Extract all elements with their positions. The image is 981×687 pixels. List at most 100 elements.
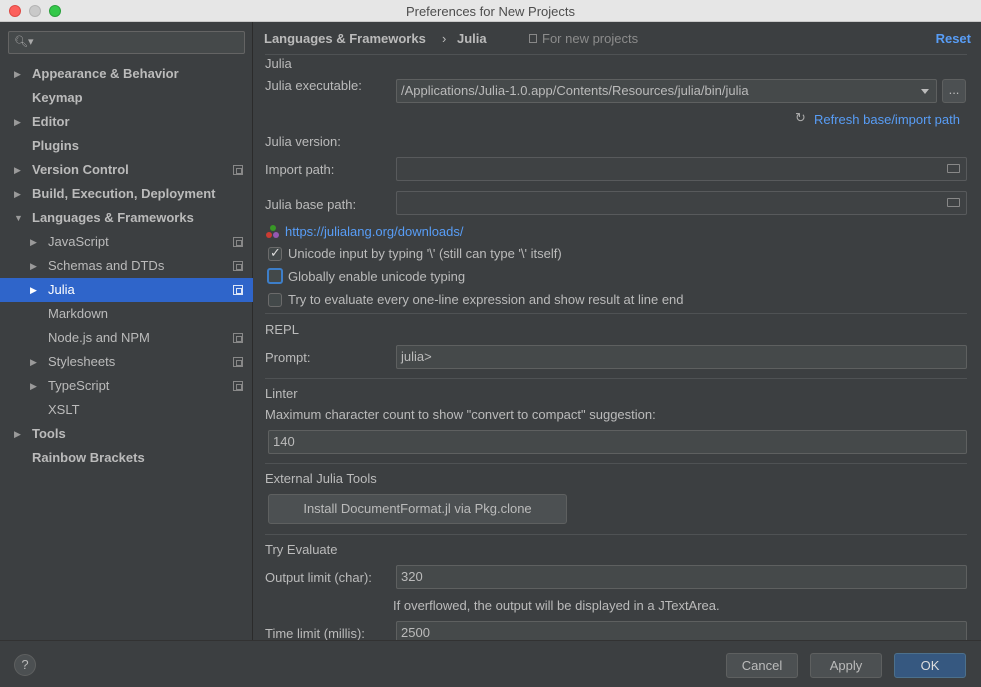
reset-link[interactable]: Reset: [936, 31, 971, 46]
divider: [265, 534, 967, 535]
project-scope-icon: [233, 357, 243, 367]
unicode-input-label: Unicode input by typing '\' (still can t…: [288, 246, 562, 261]
window-title: Preferences for New Projects: [405, 4, 576, 19]
collapse-arrow-icon[interactable]: ▶: [14, 182, 21, 206]
output-limit-label: Output limit (char):: [265, 570, 372, 585]
julia-executable-combo[interactable]: /Applications/Julia-1.0.app/Contents/Res…: [396, 79, 937, 103]
try-evaluate-section-title: Try Evaluate: [265, 542, 338, 557]
prompt-input[interactable]: julia>: [396, 345, 967, 369]
refresh-icon: ↻: [795, 110, 806, 125]
import-path-label: Import path:: [265, 162, 335, 177]
sidebar-item-keymap[interactable]: Keymap: [0, 86, 253, 110]
sidebar-item-label: TypeScript: [48, 378, 110, 393]
sidebar-item-javascript[interactable]: ▶ JavaScript: [0, 230, 253, 254]
sidebar-item-label: Markdown: [48, 306, 108, 321]
sidebar-item-label: Stylesheets: [48, 354, 116, 369]
folder-icon[interactable]: [947, 164, 960, 173]
refresh-path-link[interactable]: Refresh base/import path: [814, 112, 960, 127]
browse-executable-button[interactable]: ...: [942, 79, 966, 103]
sidebar-item-label: JavaScript: [48, 234, 109, 249]
breadcrumb-parent[interactable]: Languages & Frameworks: [264, 31, 426, 46]
divider: [265, 463, 967, 464]
base-path-field[interactable]: [396, 191, 967, 215]
julia-logo-icon: [266, 225, 280, 239]
sidebar-item-label: Languages & Frameworks: [32, 210, 194, 225]
project-scope-icon: [233, 165, 243, 175]
breadcrumb-separator: ›: [442, 31, 447, 46]
search-icon: 🔍︎▾: [14, 36, 34, 48]
sidebar-item-plugins[interactable]: Plugins: [0, 134, 253, 158]
sidebar-item-build-execution-deployment[interactable]: ▶ Build, Execution, Deployment: [0, 182, 253, 206]
collapse-arrow-icon[interactable]: ▶: [14, 158, 21, 182]
project-scope-icon: [233, 285, 243, 295]
settings-search-input[interactable]: 🔍︎▾: [8, 31, 245, 54]
sidebar-item-label: XSLT: [48, 402, 80, 417]
output-limit-input[interactable]: 320: [396, 565, 967, 589]
sidebar-item-node-js-and-npm[interactable]: Node.js and NPM: [0, 326, 253, 350]
sidebar-item-appearance-behavior[interactable]: ▶ Appearance & Behavior: [0, 62, 253, 86]
unicode-input-checkbox[interactable]: [268, 245, 282, 261]
sidebar-item-label: Editor: [32, 114, 70, 129]
ok-button[interactable]: OK: [894, 653, 966, 678]
collapse-arrow-icon[interactable]: ▶: [14, 110, 21, 134]
project-scope-icon: [233, 381, 243, 391]
apply-button[interactable]: Apply: [810, 653, 882, 678]
sidebar-item-markdown[interactable]: Markdown: [0, 302, 253, 326]
project-scope-icon: [233, 261, 243, 271]
sidebar-item-stylesheets[interactable]: ▶ Stylesheets: [0, 350, 253, 374]
external-tools-section-title: External Julia Tools: [265, 471, 377, 486]
max-chars-input[interactable]: 140: [268, 430, 967, 454]
scope-label: For new projects: [542, 31, 639, 46]
collapse-arrow-icon[interactable]: ▶: [14, 422, 21, 446]
sidebar-item-label: Schemas and DTDs: [48, 258, 165, 273]
sidebar-item-label: Keymap: [32, 90, 83, 105]
expand-arrow-icon[interactable]: ▼: [14, 206, 23, 230]
sidebar-item-label: Version Control: [32, 162, 129, 177]
collapse-arrow-icon[interactable]: ▶: [30, 374, 37, 398]
collapse-arrow-icon[interactable]: ▶: [30, 254, 37, 278]
sidebar-item-label: Appearance & Behavior: [32, 66, 179, 81]
sidebar-item-label: Node.js and NPM: [48, 330, 150, 345]
sidebar-item-languages-frameworks[interactable]: ▼ Languages & Frameworks: [0, 206, 253, 230]
divider: [265, 378, 967, 379]
chevron-down-icon[interactable]: [921, 89, 929, 94]
global-unicode-checkbox[interactable]: [267, 268, 283, 284]
overflow-note: If overflowed, the output will be displa…: [393, 598, 720, 613]
sidebar-item-schemas-and-dtds[interactable]: ▶ Schemas and DTDs: [0, 254, 253, 278]
dialog-button-bar: ? Cancel Apply OK: [0, 640, 981, 687]
new-project-scope-icon: [529, 34, 537, 43]
project-scope-icon: [233, 333, 243, 343]
collapse-arrow-icon[interactable]: ▶: [14, 62, 21, 86]
collapse-arrow-icon[interactable]: ▶: [30, 230, 37, 254]
julia-settings-panel: Languages & Frameworks › Julia For new p…: [254, 22, 981, 640]
julia-executable-value: /Applications/Julia-1.0.app/Contents/Res…: [401, 83, 749, 98]
collapse-arrow-icon[interactable]: ▶: [30, 278, 37, 302]
global-unicode-label: Globally enable unicode typing: [288, 269, 466, 284]
collapse-arrow-icon[interactable]: ▶: [30, 350, 37, 374]
time-limit-label: Time limit (millis):: [265, 626, 365, 640]
sidebar-item-label: Plugins: [32, 138, 79, 153]
sidebar-item-label: Rainbow Brackets: [32, 450, 145, 465]
sidebar-item-editor[interactable]: ▶ Editor: [0, 110, 253, 134]
repl-section-title: REPL: [265, 322, 299, 337]
sidebar-item-xslt[interactable]: XSLT: [0, 398, 253, 422]
try-eval-label: Try to evaluate every one-line expressio…: [288, 292, 684, 307]
sidebar-item-version-control[interactable]: ▶ Version Control: [0, 158, 253, 182]
sidebar-item-tools[interactable]: ▶ Tools: [0, 422, 253, 446]
folder-icon[interactable]: [947, 198, 960, 207]
try-eval-checkbox[interactable]: [268, 293, 282, 307]
cancel-button[interactable]: Cancel: [726, 653, 798, 678]
import-path-field[interactable]: [396, 157, 967, 181]
julia-download-link[interactable]: https://julialang.org/downloads/: [285, 224, 464, 239]
max-chars-label: Maximum character count to show "convert…: [265, 407, 656, 422]
breadcrumb-current: Julia: [457, 31, 487, 46]
help-button[interactable]: ?: [14, 654, 36, 676]
project-scope-icon: [233, 237, 243, 247]
settings-sidebar: 🔍︎▾ ▶ Appearance & Behavior Keymap ▶ Editor P…: [0, 22, 253, 640]
sidebar-item-typescript[interactable]: ▶ TypeScript: [0, 374, 253, 398]
install-documentformat-button[interactable]: Install DocumentFormat.jl via Pkg.clone: [268, 494, 567, 524]
sidebar-item-rainbow-brackets[interactable]: Rainbow Brackets: [0, 446, 253, 470]
sidebar-item-julia[interactable]: ▶ Julia: [0, 278, 253, 302]
time-limit-input[interactable]: 2500: [396, 621, 967, 640]
julia-section-title: Julia: [265, 56, 292, 71]
